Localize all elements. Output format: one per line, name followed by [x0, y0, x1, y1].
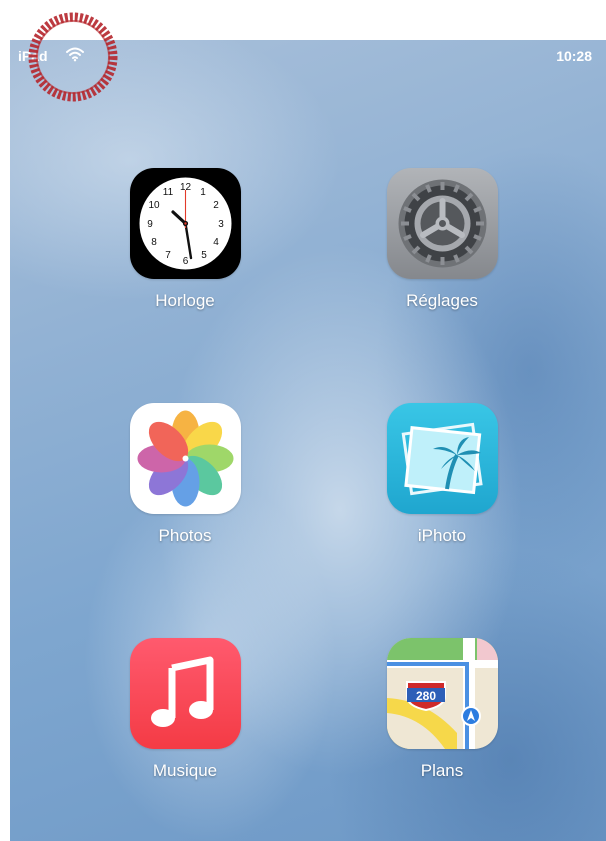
photos-flower-icon [129, 403, 241, 514]
gear-icon [386, 168, 498, 279]
highway-shield-label: 280 [415, 689, 435, 703]
wifi-icon [66, 46, 84, 62]
app-iphoto[interactable]: iPhoto [377, 403, 507, 546]
home-screen: iPad 10:28 12 1 2 3 4 5 6 7 8 9 10 11 Ho… [10, 40, 606, 841]
app-musique[interactable]: Musique [120, 638, 250, 781]
palm-tree-photo-icon [386, 403, 498, 514]
app-label: Photos [158, 526, 212, 545]
music-note-icon [129, 638, 241, 749]
svg-text:4: 4 [213, 237, 219, 248]
app-label: iPhoto [417, 526, 467, 545]
svg-text:11: 11 [162, 187, 173, 198]
app-reglages[interactable]: Réglages [377, 168, 507, 311]
app-label: Musique [152, 761, 218, 780]
app-plans[interactable]: 280 Plans [377, 638, 507, 781]
app-label: Horloge [155, 291, 215, 310]
svg-text:1: 1 [200, 187, 206, 198]
svg-text:10: 10 [148, 200, 160, 211]
svg-text:7: 7 [165, 250, 171, 261]
map-icon: 280 [386, 638, 498, 749]
status-time: 10:28 [556, 48, 592, 64]
svg-text:9: 9 [147, 219, 153, 230]
app-label: Réglages [406, 291, 478, 310]
svg-text:5: 5 [201, 250, 207, 261]
clock-icon: 12 1 2 3 4 5 6 7 8 9 10 11 [129, 168, 241, 279]
svg-text:2: 2 [213, 200, 219, 211]
app-label: Plans [420, 761, 464, 780]
svg-text:8: 8 [151, 237, 157, 248]
svg-text:3: 3 [218, 219, 224, 230]
carrier-label: iPad [18, 48, 48, 64]
status-bar: iPad 10:28 [10, 40, 606, 68]
app-photos[interactable]: Photos [120, 403, 250, 546]
app-horloge[interactable]: 12 1 2 3 4 5 6 7 8 9 10 11 Horloge [120, 168, 250, 311]
svg-text:6: 6 [182, 256, 188, 267]
